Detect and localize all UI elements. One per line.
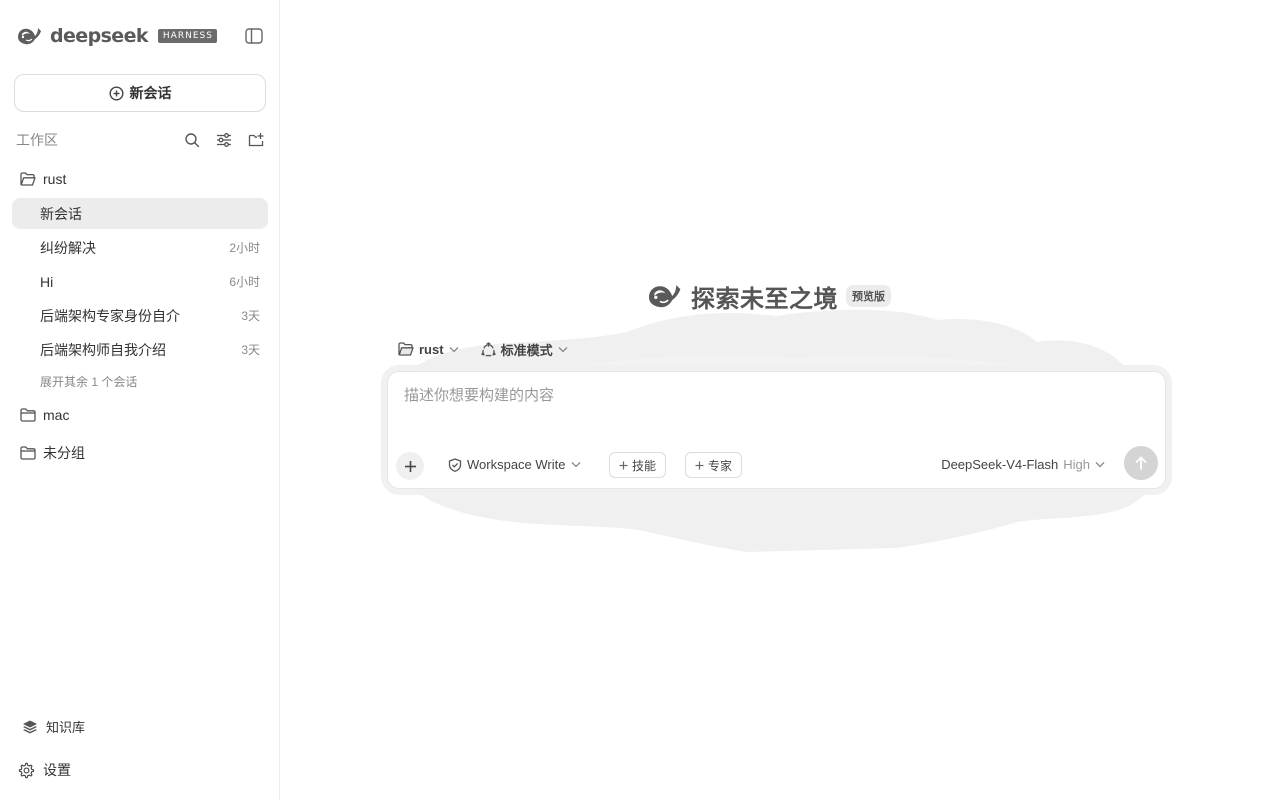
whale-logo-icon <box>645 281 683 311</box>
folder-ungrouped[interactable]: 未分组 <box>20 442 85 464</box>
arrow-up-icon <box>1133 455 1149 471</box>
session-item[interactable]: 纠纷解决 2小时 <box>12 232 268 263</box>
sidebar-toggle-icon <box>245 28 263 44</box>
session-title: 后端架构师自我介绍 <box>40 341 166 358</box>
session-title: 新会话 <box>40 205 82 222</box>
folder-rust[interactable]: rust <box>20 168 66 190</box>
chevron-down-icon <box>449 346 459 353</box>
session-title: 后端架构专家身份自介 <box>40 307 180 324</box>
permission-label: Workspace Write <box>467 457 566 472</box>
plus-icon <box>619 461 628 470</box>
sliders-icon <box>216 132 232 148</box>
expand-more-sessions-link[interactable]: 展开其余 1 个会话 <box>40 373 137 390</box>
mode-selector[interactable]: 标准模式 <box>480 340 568 359</box>
send-button[interactable] <box>1124 446 1158 480</box>
session-item[interactable]: 后端架构师自我介绍 3天 <box>12 334 268 365</box>
plus-circle-icon <box>108 85 124 101</box>
folder-open-icon <box>398 342 414 356</box>
folder-open-icon <box>20 172 36 186</box>
settings-link[interactable]: 设置 <box>18 760 71 780</box>
knowledge-label: 知识库 <box>46 720 86 735</box>
whale-logo-icon <box>16 25 42 47</box>
model-level: High <box>1063 457 1090 472</box>
add-skill-button[interactable]: 技能 <box>609 452 667 478</box>
session-title: Hi <box>40 273 54 290</box>
chevron-down-icon <box>1095 461 1105 468</box>
folder-plus-icon <box>248 132 264 148</box>
session-time: 3天 <box>241 309 260 323</box>
add-expert-button[interactable]: 专家 <box>685 452 743 478</box>
brand-badge: HARNESS <box>157 29 217 43</box>
model-name: DeepSeek-V4-Flash <box>941 457 1059 472</box>
search-button[interactable] <box>182 130 202 150</box>
composer: Workspace Write 技能 专家 DeepSeek-V4-Flash … <box>387 371 1166 489</box>
sidebar-toggle-button[interactable] <box>244 27 264 45</box>
preview-badge: 预览版 <box>846 285 891 307</box>
stack-icon <box>22 719 38 735</box>
hero-title: 探索未至之境 <box>691 285 838 313</box>
permission-selector[interactable]: Workspace Write <box>448 457 581 472</box>
prompt-input[interactable] <box>404 387 1144 404</box>
brand-name: deepseek <box>50 25 149 47</box>
knowledge-base-link[interactable]: 知识库 <box>22 717 85 736</box>
session-time: 6小时 <box>229 275 260 289</box>
filter-button[interactable] <box>214 130 234 150</box>
skill-label: 技能 <box>632 458 657 473</box>
session-item[interactable]: Hi 6小时 <box>12 266 268 297</box>
workspace-header: 工作区 <box>16 129 266 151</box>
chevron-down-icon <box>558 346 568 353</box>
workspace-selector[interactable]: rust <box>398 342 459 357</box>
shield-check-icon <box>448 457 462 472</box>
plus-icon <box>695 461 704 470</box>
workspace-title: 工作区 <box>16 132 58 148</box>
attach-button[interactable] <box>396 452 424 480</box>
recycle-icon <box>480 341 496 357</box>
plus-icon <box>404 460 417 473</box>
expert-label: 专家 <box>708 458 733 473</box>
chevron-down-icon <box>571 461 581 468</box>
folder-name: 未分组 <box>43 445 85 461</box>
main-area: 探索未至之境 预览版 rust 标准模式 描述你想要构建的内容 Workspac… <box>281 0 1280 800</box>
new-chat-button[interactable]: 新会话 <box>14 74 266 112</box>
settings-label: 设置 <box>43 762 71 778</box>
session-item[interactable]: 后端架构专家身份自介 3天 <box>12 300 268 331</box>
folder-mac[interactable]: mac <box>20 404 69 426</box>
new-chat-label: 新会话 <box>129 85 172 101</box>
hero: 探索未至之境 预览版 <box>645 280 891 313</box>
folder-icon <box>20 408 36 422</box>
model-selector[interactable]: DeepSeek-V4-Flash High <box>941 457 1105 472</box>
brand: deepseek HARNESS <box>16 24 217 48</box>
session-item[interactable]: 新会话 <box>12 198 268 229</box>
folder-icon <box>20 446 36 460</box>
session-title: 纠纷解决 <box>40 239 96 256</box>
gear-icon <box>18 762 35 779</box>
context-selectors: rust 标准模式 <box>398 340 590 358</box>
mode-selector-label: 标准模式 <box>500 342 553 358</box>
session-time: 3天 <box>241 343 260 357</box>
workspace-selector-label: rust <box>419 341 444 357</box>
folder-name: mac <box>43 407 70 423</box>
folder-name: rust <box>43 171 67 187</box>
session-time: 2小时 <box>229 241 260 255</box>
sidebar: deepseek HARNESS 新会话 工作区 rust 新会话 纠纷解决 2… <box>0 0 280 800</box>
new-folder-button[interactable] <box>246 130 266 150</box>
search-icon <box>184 132 200 148</box>
